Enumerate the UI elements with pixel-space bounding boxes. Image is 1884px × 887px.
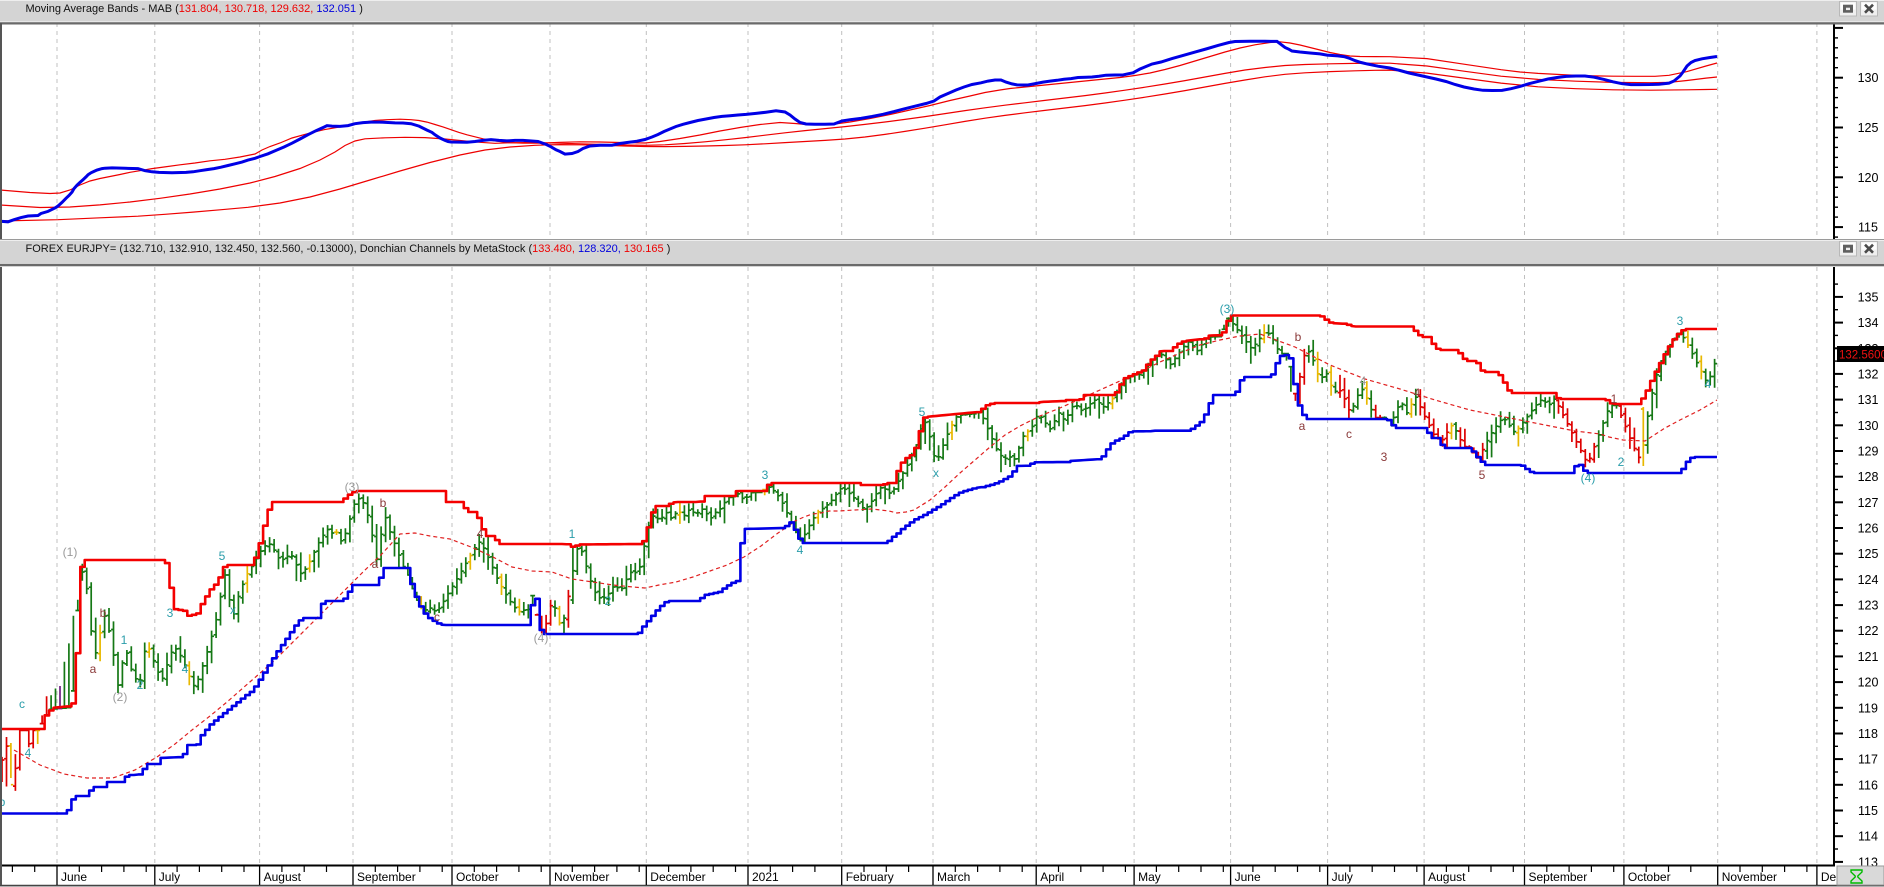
svg-text:(3): (3): [345, 480, 360, 494]
svg-text:March: March: [937, 870, 970, 884]
svg-text:132.5600: 132.5600: [1839, 350, 1884, 362]
svg-text:August: August: [1428, 870, 1466, 884]
svg-text:c: c: [19, 697, 25, 711]
svg-text:118: 118: [1858, 727, 1878, 741]
svg-text:3: 3: [1677, 314, 1684, 328]
svg-text:5: 5: [1479, 468, 1486, 482]
svg-text:b: b: [100, 606, 107, 620]
svg-text:129: 129: [1858, 445, 1879, 459]
svg-text:June: June: [61, 870, 87, 884]
svg-text:130: 130: [1858, 419, 1879, 433]
svg-text:1: 1: [569, 527, 576, 541]
svg-text:115: 115: [1858, 804, 1878, 818]
svg-text:119: 119: [1858, 701, 1878, 715]
svg-text:June: June: [1235, 870, 1261, 884]
svg-text:x: x: [230, 603, 236, 617]
svg-text:3: 3: [762, 468, 769, 482]
svg-text:November: November: [1722, 870, 1777, 884]
svg-text:135: 135: [1858, 290, 1879, 304]
svg-text:126: 126: [1858, 522, 1879, 536]
svg-text:4: 4: [1705, 377, 1712, 391]
svg-text:July: July: [1332, 870, 1353, 884]
svg-text:123: 123: [1858, 599, 1879, 613]
svg-text:(4): (4): [534, 631, 549, 645]
svg-text:(4): (4): [1581, 471, 1596, 485]
svg-text:3: 3: [1381, 450, 1388, 464]
svg-text:a: a: [372, 557, 379, 571]
svg-text:1: 1: [1611, 392, 1618, 406]
svg-text:3: 3: [167, 606, 174, 620]
svg-text:122: 122: [1858, 624, 1879, 638]
svg-text:1: 1: [121, 633, 128, 647]
svg-text:4: 4: [1360, 374, 1367, 388]
svg-text:4: 4: [1414, 386, 1421, 400]
svg-text:120: 120: [1858, 676, 1879, 690]
svg-text:2: 2: [137, 678, 144, 692]
svg-text:c: c: [1346, 427, 1352, 441]
svg-text:132: 132: [1858, 367, 1879, 381]
svg-text:b: b: [380, 496, 387, 510]
svg-text:128: 128: [1858, 470, 1879, 484]
svg-text:September: September: [1529, 870, 1588, 884]
svg-text:125: 125: [1858, 121, 1879, 135]
svg-text:2021: 2021: [752, 870, 779, 884]
svg-text:5: 5: [919, 405, 926, 419]
svg-text:124: 124: [1858, 573, 1879, 587]
svg-text:May: May: [1138, 870, 1161, 884]
svg-text:FOREX EURJPY= (132.710, 132.9: FOREX EURJPY= (132.710, 132.910, 132.450…: [26, 243, 671, 255]
svg-text:x: x: [933, 466, 939, 480]
svg-text:c: c: [434, 610, 440, 624]
svg-text:114: 114: [1858, 830, 1878, 844]
svg-text:4: 4: [797, 543, 804, 557]
svg-text:4: 4: [25, 746, 32, 760]
svg-text:125: 125: [1858, 547, 1879, 561]
svg-text:April: April: [1040, 870, 1064, 884]
svg-text:134: 134: [1858, 316, 1879, 330]
svg-text:121: 121: [1858, 650, 1879, 664]
svg-text:a: a: [1299, 419, 1306, 433]
svg-text:July: July: [159, 870, 180, 884]
svg-text:115: 115: [1858, 221, 1878, 235]
svg-text:117: 117: [1858, 753, 1878, 767]
svg-text:5: 5: [219, 549, 226, 563]
svg-text:127: 127: [1858, 496, 1879, 510]
svg-text:2: 2: [1618, 455, 1625, 469]
svg-text:120: 120: [1858, 171, 1879, 185]
svg-text:November: November: [554, 870, 609, 884]
svg-text:4: 4: [477, 527, 484, 541]
svg-text:2: 2: [605, 594, 612, 608]
svg-text:October: October: [1628, 870, 1671, 884]
svg-text:December: December: [650, 870, 705, 884]
svg-text:(2): (2): [113, 690, 128, 704]
svg-text:130: 130: [1858, 71, 1879, 85]
svg-text:Moving Average Bands - MAB (13: Moving Average Bands - MAB (131.804, 130…: [26, 3, 363, 15]
svg-text:September: September: [357, 870, 416, 884]
svg-text:131: 131: [1858, 393, 1879, 407]
svg-text:October: October: [456, 870, 499, 884]
svg-text:(1): (1): [63, 545, 78, 559]
svg-text:b: b: [1295, 330, 1302, 344]
svg-text:August: August: [264, 870, 302, 884]
svg-text:4: 4: [182, 662, 189, 676]
svg-text:(3): (3): [1220, 302, 1235, 316]
svg-text:a: a: [90, 662, 97, 676]
svg-text:116: 116: [1858, 778, 1878, 792]
svg-text:February: February: [846, 870, 894, 884]
